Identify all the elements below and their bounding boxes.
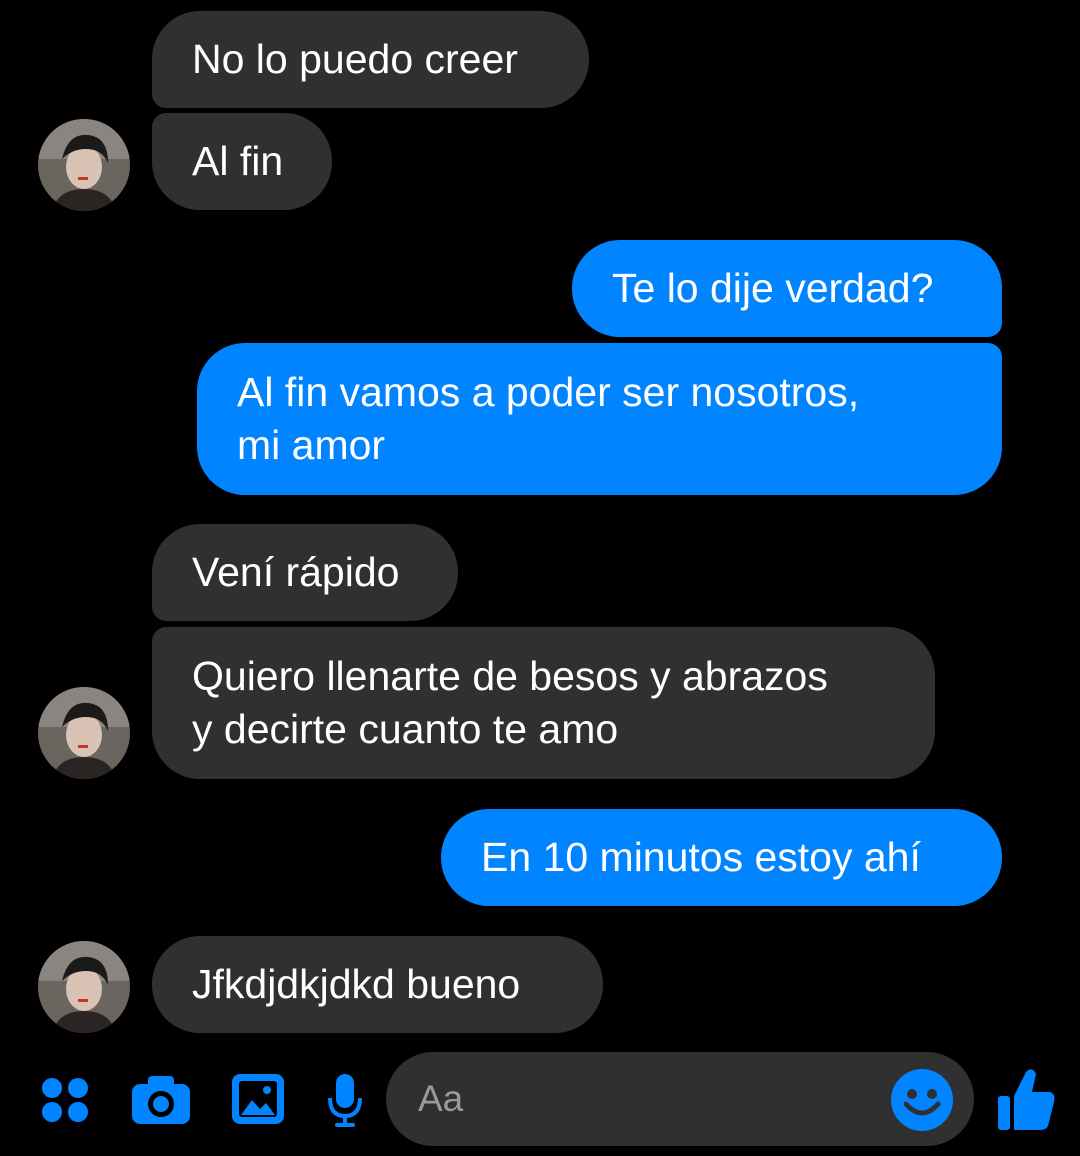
- message-line: mi amor: [237, 422, 386, 468]
- incoming-message[interactable]: Al fin: [152, 113, 332, 210]
- message-text: Jfkdjdkjdkd bueno: [192, 961, 521, 1007]
- emoji-icon[interactable]: [890, 1068, 954, 1132]
- incoming-message[interactable]: Jfkdjdkjdkd bueno: [152, 936, 603, 1033]
- message-text: Vení rápido: [192, 549, 400, 595]
- message-line: y decirte cuanto te amo: [192, 706, 619, 752]
- camera-icon[interactable]: [130, 1074, 192, 1126]
- contact-avatar[interactable]: [38, 687, 130, 779]
- outgoing-message[interactable]: Te lo dije verdad?: [572, 240, 1002, 337]
- message-text: Al fin: [192, 138, 284, 184]
- message-text: En 10 minutos estoy ahí: [481, 834, 921, 880]
- thumbs-up-icon[interactable]: [996, 1066, 1058, 1132]
- incoming-message[interactable]: Vení rápido: [152, 524, 458, 621]
- message-text: No lo puedo creer: [192, 36, 518, 82]
- incoming-message[interactable]: Quiero llenarte de besos y abrazos y dec…: [152, 627, 935, 779]
- message-text: Te lo dije verdad?: [612, 265, 934, 311]
- outgoing-message[interactable]: En 10 minutos estoy ahí: [441, 809, 1002, 906]
- message-line: Al fin vamos a poder ser nosotros,: [237, 369, 860, 415]
- message-line: Quiero llenarte de besos y abrazos: [192, 653, 828, 699]
- message-text: Al fin vamos a poder ser nosotros, mi am…: [237, 366, 859, 472]
- outgoing-message[interactable]: Al fin vamos a poder ser nosotros, mi am…: [197, 343, 1002, 495]
- gallery-icon[interactable]: [230, 1072, 286, 1126]
- incoming-message[interactable]: No lo puedo creer: [152, 11, 589, 108]
- message-input[interactable]: Aa: [386, 1052, 974, 1146]
- microphone-icon[interactable]: [326, 1072, 364, 1130]
- input-placeholder: Aa: [418, 1078, 464, 1119]
- contact-avatar[interactable]: [38, 119, 130, 211]
- chat-screen: No lo puedo creer Al fin Te lo dije verd…: [0, 0, 1080, 1156]
- message-text: Quiero llenarte de besos y abrazos y dec…: [192, 650, 828, 756]
- more-apps-icon[interactable]: [40, 1076, 92, 1124]
- contact-avatar[interactable]: [38, 941, 130, 1033]
